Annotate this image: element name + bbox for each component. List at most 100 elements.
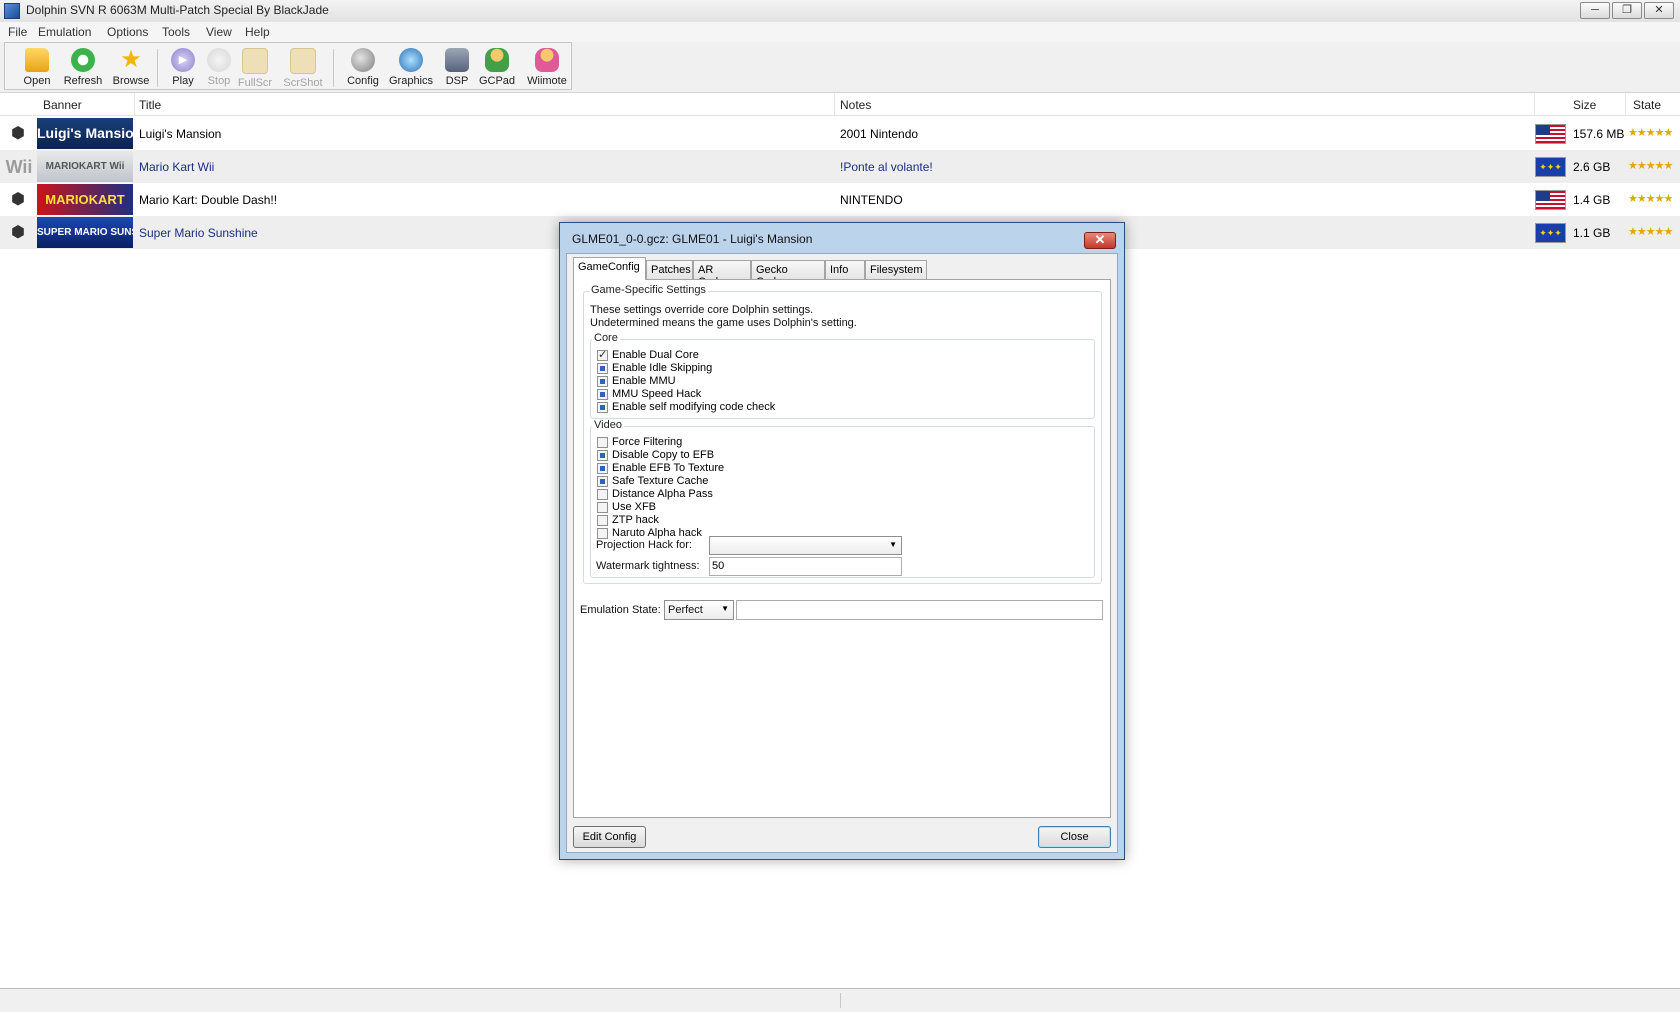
game-notes: 2001 Nintendo <box>840 127 919 141</box>
game-title: Luigi's Mansion <box>139 127 222 141</box>
checkbox-box <box>597 476 608 487</box>
checkbox-box <box>597 515 608 526</box>
game-properties-dialog: GLME01_0-0.gcz: GLME01 - Luigi's Mansion… <box>559 222 1125 860</box>
usa-flag-icon <box>1535 124 1566 144</box>
dolphin-app-icon <box>4 3 20 19</box>
checkbox-box <box>597 389 608 400</box>
emulation-state-value: Perfect <box>668 604 703 616</box>
refresh-button[interactable]: Refresh <box>59 47 107 91</box>
emulation-state-dropdown[interactable]: Perfect ▼ <box>664 600 734 620</box>
graphics-label: Graphics <box>388 75 434 87</box>
dialog-title: GLME01_0-0.gcz: GLME01 - Luigi's Mansion <box>572 232 813 246</box>
play-icon: ▶ <box>171 48 195 72</box>
edit-config-button[interactable]: Edit Config <box>573 826 646 848</box>
wiimote-label: Wiimote <box>527 75 567 87</box>
checkbox-label: Enable self modifying code check <box>612 401 776 413</box>
game-title: Mario Kart: Double Dash!! <box>139 193 278 207</box>
menu-help[interactable]: Help <box>245 25 270 39</box>
status-bar <box>0 988 1680 1012</box>
checkbox-box <box>597 528 608 539</box>
checkbox-box <box>597 450 608 461</box>
config-label: Config <box>347 75 379 87</box>
stop-icon <box>207 48 231 72</box>
checkbox-label: Enable MMU <box>612 375 676 387</box>
game-size: 157.6 MB <box>1573 127 1625 141</box>
usa-flag-icon <box>1535 190 1566 210</box>
menu-view[interactable]: View <box>206 25 232 39</box>
checkbox-box <box>597 348 608 361</box>
checkbox-box <box>597 363 608 374</box>
column-divider[interactable] <box>134 94 135 115</box>
game-row[interactable]: ⬢ Luigi's Mansion Luigi's Mansion 2001 N… <box>0 117 1680 150</box>
tab-ar-codes[interactable]: AR Codes <box>693 260 751 288</box>
checkbox-label: Safe Texture Cache <box>612 475 709 487</box>
column-state[interactable]: State <box>1633 98 1661 112</box>
tab-gecko-codes[interactable]: Gecko Codes <box>751 260 825 288</box>
status-bar-divider <box>840 993 841 1008</box>
tab-gameconfig[interactable]: GameConfig <box>573 257 646 280</box>
minimize-button[interactable]: ─ <box>1580 2 1610 19</box>
projection-hack-dropdown[interactable]: ▼ <box>709 536 902 555</box>
fullscreen-button[interactable]: FullScr <box>231 47 279 91</box>
browse-button[interactable]: ★ Browse <box>107 47 155 91</box>
column-size[interactable]: Size <box>1573 98 1596 112</box>
column-divider[interactable] <box>1625 94 1626 115</box>
gameconfig-panel: Game-Specific Settings These settings ov… <box>573 279 1111 818</box>
game-title: Super Mario Sunshine <box>139 226 258 240</box>
column-divider[interactable] <box>1534 94 1535 115</box>
refresh-icon <box>71 48 95 72</box>
gcpad-button[interactable]: GCPad <box>473 47 521 91</box>
column-banner[interactable]: Banner <box>43 98 82 112</box>
dialog-title-bar[interactable]: GLME01_0-0.gcz: GLME01 - Luigi's Mansion… <box>560 223 1124 249</box>
checkbox-label: Enable EFB To Texture <box>612 462 725 474</box>
fullscreen-icon <box>242 48 268 74</box>
dialog-close-button[interactable]: ✕ <box>1084 232 1116 249</box>
checkbox-label: Enable Dual Core <box>612 349 699 361</box>
emulation-notes-input[interactable] <box>736 600 1103 620</box>
fullscreen-label: FullScr <box>237 77 273 89</box>
title-bar: Dolphin SVN R 6063M Multi-Patch Special … <box>0 0 1680 23</box>
tab-filesystem[interactable]: Filesystem <box>865 260 927 279</box>
graphics-icon <box>399 48 423 72</box>
wiimote-button[interactable]: Wiimote <box>523 47 571 91</box>
menu-emulation[interactable]: Emulation <box>38 25 91 39</box>
maximize-button[interactable]: ❐ <box>1612 2 1642 19</box>
game-row[interactable]: ⬢ MARIOKART Mario Kart: Double Dash!! NI… <box>0 183 1680 216</box>
game-list-header: Banner Title Notes Size State <box>0 94 1680 116</box>
self-modifying-code-check-checkbox[interactable]: Enable self modifying code check <box>597 401 857 415</box>
open-button[interactable]: Open <box>13 47 61 91</box>
close-icon: ✕ <box>1094 232 1106 247</box>
close-window-button[interactable]: ✕ <box>1644 2 1674 19</box>
game-size: 1.4 GB <box>1573 193 1611 207</box>
checkbox-label: Naruto Alpha hack <box>612 527 702 539</box>
game-banner: MARIOKART <box>37 184 133 215</box>
column-title[interactable]: Title <box>139 98 161 112</box>
checkbox-box <box>597 402 608 413</box>
game-notes: !Ponte al volante! <box>840 160 933 174</box>
menu-options[interactable]: Options <box>107 25 148 39</box>
core-group-label: Core <box>592 332 620 344</box>
gcpad-icon <box>485 48 509 72</box>
game-title: Mario Kart Wii <box>139 160 215 174</box>
watermark-tightness-input[interactable]: 50 <box>709 557 902 576</box>
checkbox-label: Disable Copy to EFB <box>612 449 715 461</box>
open-label: Open <box>23 75 51 87</box>
screenshot-label: ScrShot <box>283 77 323 89</box>
menu-tools[interactable]: Tools <box>162 25 190 39</box>
menu-bar: File Emulation Options Tools View Help <box>0 22 1680 42</box>
screenshot-button[interactable]: ScrShot <box>279 47 327 91</box>
tab-patches[interactable]: Patches <box>646 260 693 279</box>
star-icon: ★ <box>120 46 142 73</box>
menu-file[interactable]: File <box>8 25 27 39</box>
column-divider[interactable] <box>834 94 835 115</box>
graphics-button[interactable]: Graphics <box>387 47 435 91</box>
game-row[interactable]: Wii MARIOKART Wii Mario Kart Wii !Ponte … <box>0 150 1680 183</box>
column-notes[interactable]: Notes <box>840 98 871 112</box>
checkbox-box <box>597 502 608 513</box>
close-button[interactable]: Close <box>1038 826 1111 848</box>
tab-info[interactable]: Info <box>825 260 865 279</box>
game-specific-settings-label: Game-Specific Settings <box>589 284 708 296</box>
checkbox-box <box>597 376 608 387</box>
game-banner: SUPER MARIO SUNSHINE <box>37 217 133 248</box>
config-button[interactable]: Config <box>339 47 387 91</box>
